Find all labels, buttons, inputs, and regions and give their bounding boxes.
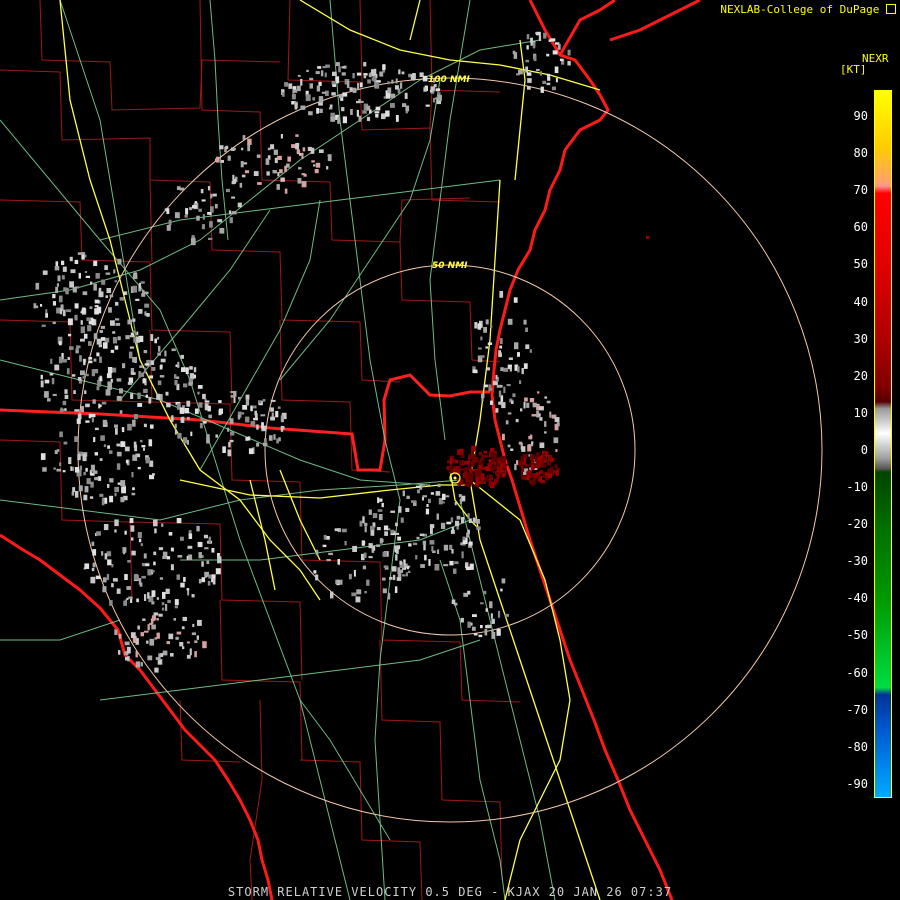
product-footer: STORM RELATIVE VELOCITY 0.5 DEG - KJAX 2…	[227, 885, 673, 899]
credit-text: NEXLAB-College of DuPage	[720, 3, 880, 16]
credit-label: NEXLAB-College of DuPage	[720, 3, 896, 16]
colorbar-tick: -20	[846, 517, 868, 532]
colorbar-tick: -30	[846, 554, 868, 569]
colorbar-tick: 60	[853, 220, 868, 235]
colorbar-tick: -60	[846, 665, 868, 680]
velocity-colorbar	[874, 90, 892, 798]
range-label-50: 50 NMI	[432, 261, 468, 271]
colorbar-tick: -40	[846, 591, 868, 606]
colorbar-tick: 10	[853, 405, 868, 420]
colorbar-tick: 40	[853, 294, 868, 309]
colorbar-tick: 70	[853, 183, 868, 198]
colorbar-tick: -10	[846, 480, 868, 494]
colorbar-tick: -50	[846, 628, 868, 643]
colorbar-tick: 0	[860, 442, 868, 457]
legend-unit: [KT]	[840, 63, 867, 76]
colorbar-tick: 20	[853, 368, 868, 383]
colorbar-tick: -80	[846, 739, 868, 754]
colorbar-tick: 90	[853, 109, 868, 123]
radar-map: 50 NMI 100 NMI	[0, 0, 900, 900]
link-arrow-icon[interactable]	[886, 4, 896, 14]
colorbar-tick: 50	[853, 257, 868, 272]
colorbar-tick: 80	[853, 146, 868, 161]
colorbar-tick: 30	[853, 331, 868, 346]
colorbar-tick: -90	[846, 776, 868, 791]
colorbar-tick: -70	[846, 702, 868, 717]
